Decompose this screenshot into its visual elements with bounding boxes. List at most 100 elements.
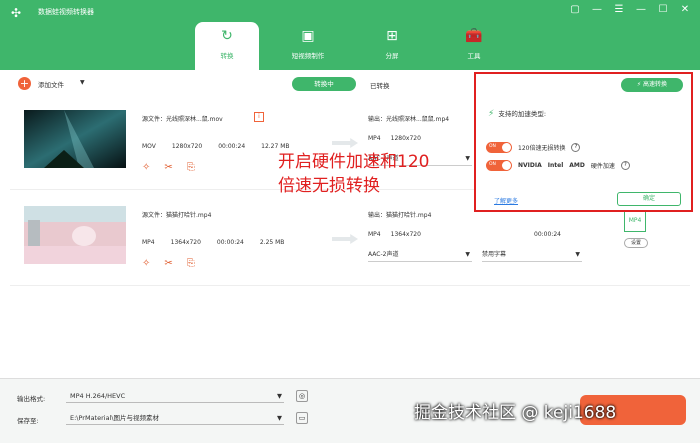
video-thumbnail[interactable]: [24, 206, 126, 264]
file-duration: 00:00:24: [218, 143, 246, 150]
output-resolution: 1364x720: [390, 231, 421, 238]
source-file: 源文件：光线照深林...鼠.mov: [142, 114, 223, 123]
save-path-select[interactable]: E:\PrMaterial\图片与视频素材 ▼: [66, 411, 284, 425]
tab-tools[interactable]: 🧰 工具: [442, 22, 506, 70]
toggle-lossless[interactable]: ON: [486, 142, 512, 153]
help-icon[interactable]: ?: [620, 161, 630, 170]
toggle-hardware[interactable]: ON: [486, 160, 512, 171]
edit-tools: ✧ ✂ ⎘: [142, 162, 195, 173]
tab-label: 转换: [220, 52, 234, 60]
output-label: 输出：: [368, 116, 387, 123]
output-format-label: 输出格式:: [17, 395, 46, 403]
help-icon[interactable]: ?: [571, 143, 581, 152]
option-label: 硬件加速: [590, 163, 615, 170]
source-name: 光线照深林...鼠.mov: [166, 116, 223, 123]
app-title: 数据蛙视频转换器: [38, 8, 94, 16]
output-file: 输出：光线照深林...鼠鼠.mp4: [368, 114, 449, 123]
subtitle-value: 禁用字幕: [482, 251, 507, 258]
settings-button[interactable]: 设置: [624, 238, 648, 248]
scissors-icon[interactable]: ✂: [164, 258, 172, 269]
subtitle-select[interactable]: 禁用字幕 ▼: [482, 248, 582, 262]
chevron-down-icon: ▼: [465, 155, 470, 162]
tab-convert[interactable]: ↻ 转换: [195, 22, 259, 70]
output-resolution: 1280x720: [390, 135, 421, 142]
option-hardware: ON NVIDIA Intel AMD 硬件加速?: [486, 160, 630, 171]
chevron-down-icon: ▼: [277, 414, 282, 422]
save-path-value: E:\PrMaterial\图片与视频素材: [70, 414, 160, 422]
magic-icon[interactable]: ✧: [142, 258, 150, 269]
feedback-icon[interactable]: ▢: [568, 4, 582, 15]
save-to-label: 保存至:: [17, 417, 39, 425]
magic-icon[interactable]: ✧: [142, 162, 150, 173]
source-label: 源文件：: [142, 212, 167, 219]
amd-label: AMD: [569, 162, 585, 169]
bolt-icon: ⚡: [488, 109, 495, 119]
file-resolution: 1280x720: [171, 143, 203, 150]
scissors-icon[interactable]: ✂: [164, 162, 172, 173]
toggle-text: ON: [489, 144, 496, 149]
edit-tools: ✧ ✂ ⎘: [142, 258, 195, 269]
tab-short-video[interactable]: ▣ 短视频制作: [276, 22, 340, 70]
minimize-icon[interactable]: —: [634, 4, 648, 15]
annotation-line: 开启硬件加速和120: [278, 152, 430, 172]
annotation-line: 倍速无损转换: [278, 176, 380, 196]
divider-icon: —: [592, 4, 602, 15]
add-file-icon[interactable]: +: [18, 77, 31, 90]
output-format: MP4: [368, 135, 381, 142]
acceleration-popup: ⚡ 高速转换 ⚡ 支持的加速类型: ON 120倍速无损转换? ON NVIDIA…: [474, 72, 693, 212]
learn-more-link[interactable]: 了解更多: [494, 196, 518, 205]
file-resolution: 1364x720: [170, 239, 201, 246]
output-file: 输出：猫猫打哈针.mp4: [368, 210, 431, 219]
tab-converted[interactable]: 已转换: [370, 80, 390, 90]
output-name: 猫猫打哈针.mp4: [386, 212, 432, 219]
high-speed-button[interactable]: ⚡ 高速转换: [621, 78, 683, 92]
high-speed-label: 高速转换: [643, 81, 668, 88]
annotation-text: 开启硬件加速和120 倍速无损转换: [278, 150, 429, 198]
option-label: 120倍速无损转换: [518, 145, 566, 152]
audio-select[interactable]: AAC-2声道 ▼: [368, 248, 472, 262]
watermark: 掘金技术社区 @ keji1688: [414, 403, 617, 423]
option-lossless: ON 120倍速无损转换?: [486, 142, 581, 153]
add-file-button[interactable]: 添加文件: [38, 79, 64, 89]
chevron-down-icon: ▼: [277, 392, 282, 400]
window-controls: ▢ — ☰ — ☐ ✕: [568, 4, 692, 15]
maximize-icon[interactable]: ☐: [656, 4, 670, 15]
output-info: MP4 1364x720: [368, 231, 421, 238]
file-info: MP4 1364x720 00:00:24 2.25 MB: [142, 239, 284, 246]
close-icon[interactable]: ✕: [678, 4, 692, 15]
menu-icon[interactable]: ☰: [612, 4, 626, 15]
acceleration-title: ⚡ 支持的加速类型:: [488, 108, 546, 119]
format-settings-icon[interactable]: ◎: [296, 390, 308, 402]
convert-icon: ↻: [221, 28, 233, 44]
file-size: 2.25 MB: [259, 239, 285, 246]
chevron-down-icon[interactable]: ▼: [80, 79, 85, 86]
output-format-value: MP4 H.264/HEVC: [70, 392, 126, 400]
output-label: 输出：: [368, 212, 387, 219]
grid-icon: ⊞: [386, 28, 398, 44]
toggle-text: ON: [489, 162, 496, 167]
file-format: MOV: [142, 143, 156, 150]
edit-icon[interactable]: ⎘: [187, 162, 195, 173]
edit-icon[interactable]: ⎘: [187, 258, 195, 269]
output-format-icon[interactable]: MP4: [624, 210, 646, 232]
file-info: MOV 1280x720 00:00:24 12.27 MB: [142, 143, 290, 150]
tab-converting[interactable]: 转换中: [292, 77, 356, 91]
tab-label: 工具: [467, 52, 481, 60]
ok-button[interactable]: 确定: [617, 192, 681, 206]
info-icon[interactable]: i: [254, 112, 264, 122]
source-label: 源文件：: [142, 116, 167, 123]
acceleration-title-text: 支持的加速类型:: [498, 110, 547, 118]
source-name: 猫猫打哈针.mp4: [166, 212, 212, 219]
app-logo-icon: ✣: [10, 6, 22, 20]
tab-split-screen[interactable]: ⊞ 分屏: [360, 22, 424, 70]
arrow-icon: [332, 138, 358, 148]
output-format-select[interactable]: MP4 H.264/HEVC ▼: [66, 389, 284, 403]
intel-label: Intel: [547, 162, 564, 169]
video-thumbnail[interactable]: [24, 110, 126, 168]
film-icon: ▣: [301, 28, 315, 44]
title-bar: ✣ 数据蛙视频转换器 ▢ — ☰ — ☐ ✕ ↻ 转换 ▣ 短视频制作 ⊞ 分屏 🧰 工…: [0, 0, 700, 70]
audio-value: AAC-2声道: [368, 251, 399, 258]
source-file: 源文件：猫猫打哈针.mp4: [142, 210, 211, 219]
chevron-down-icon: ▼: [465, 251, 470, 258]
folder-icon[interactable]: ▭: [296, 412, 308, 424]
